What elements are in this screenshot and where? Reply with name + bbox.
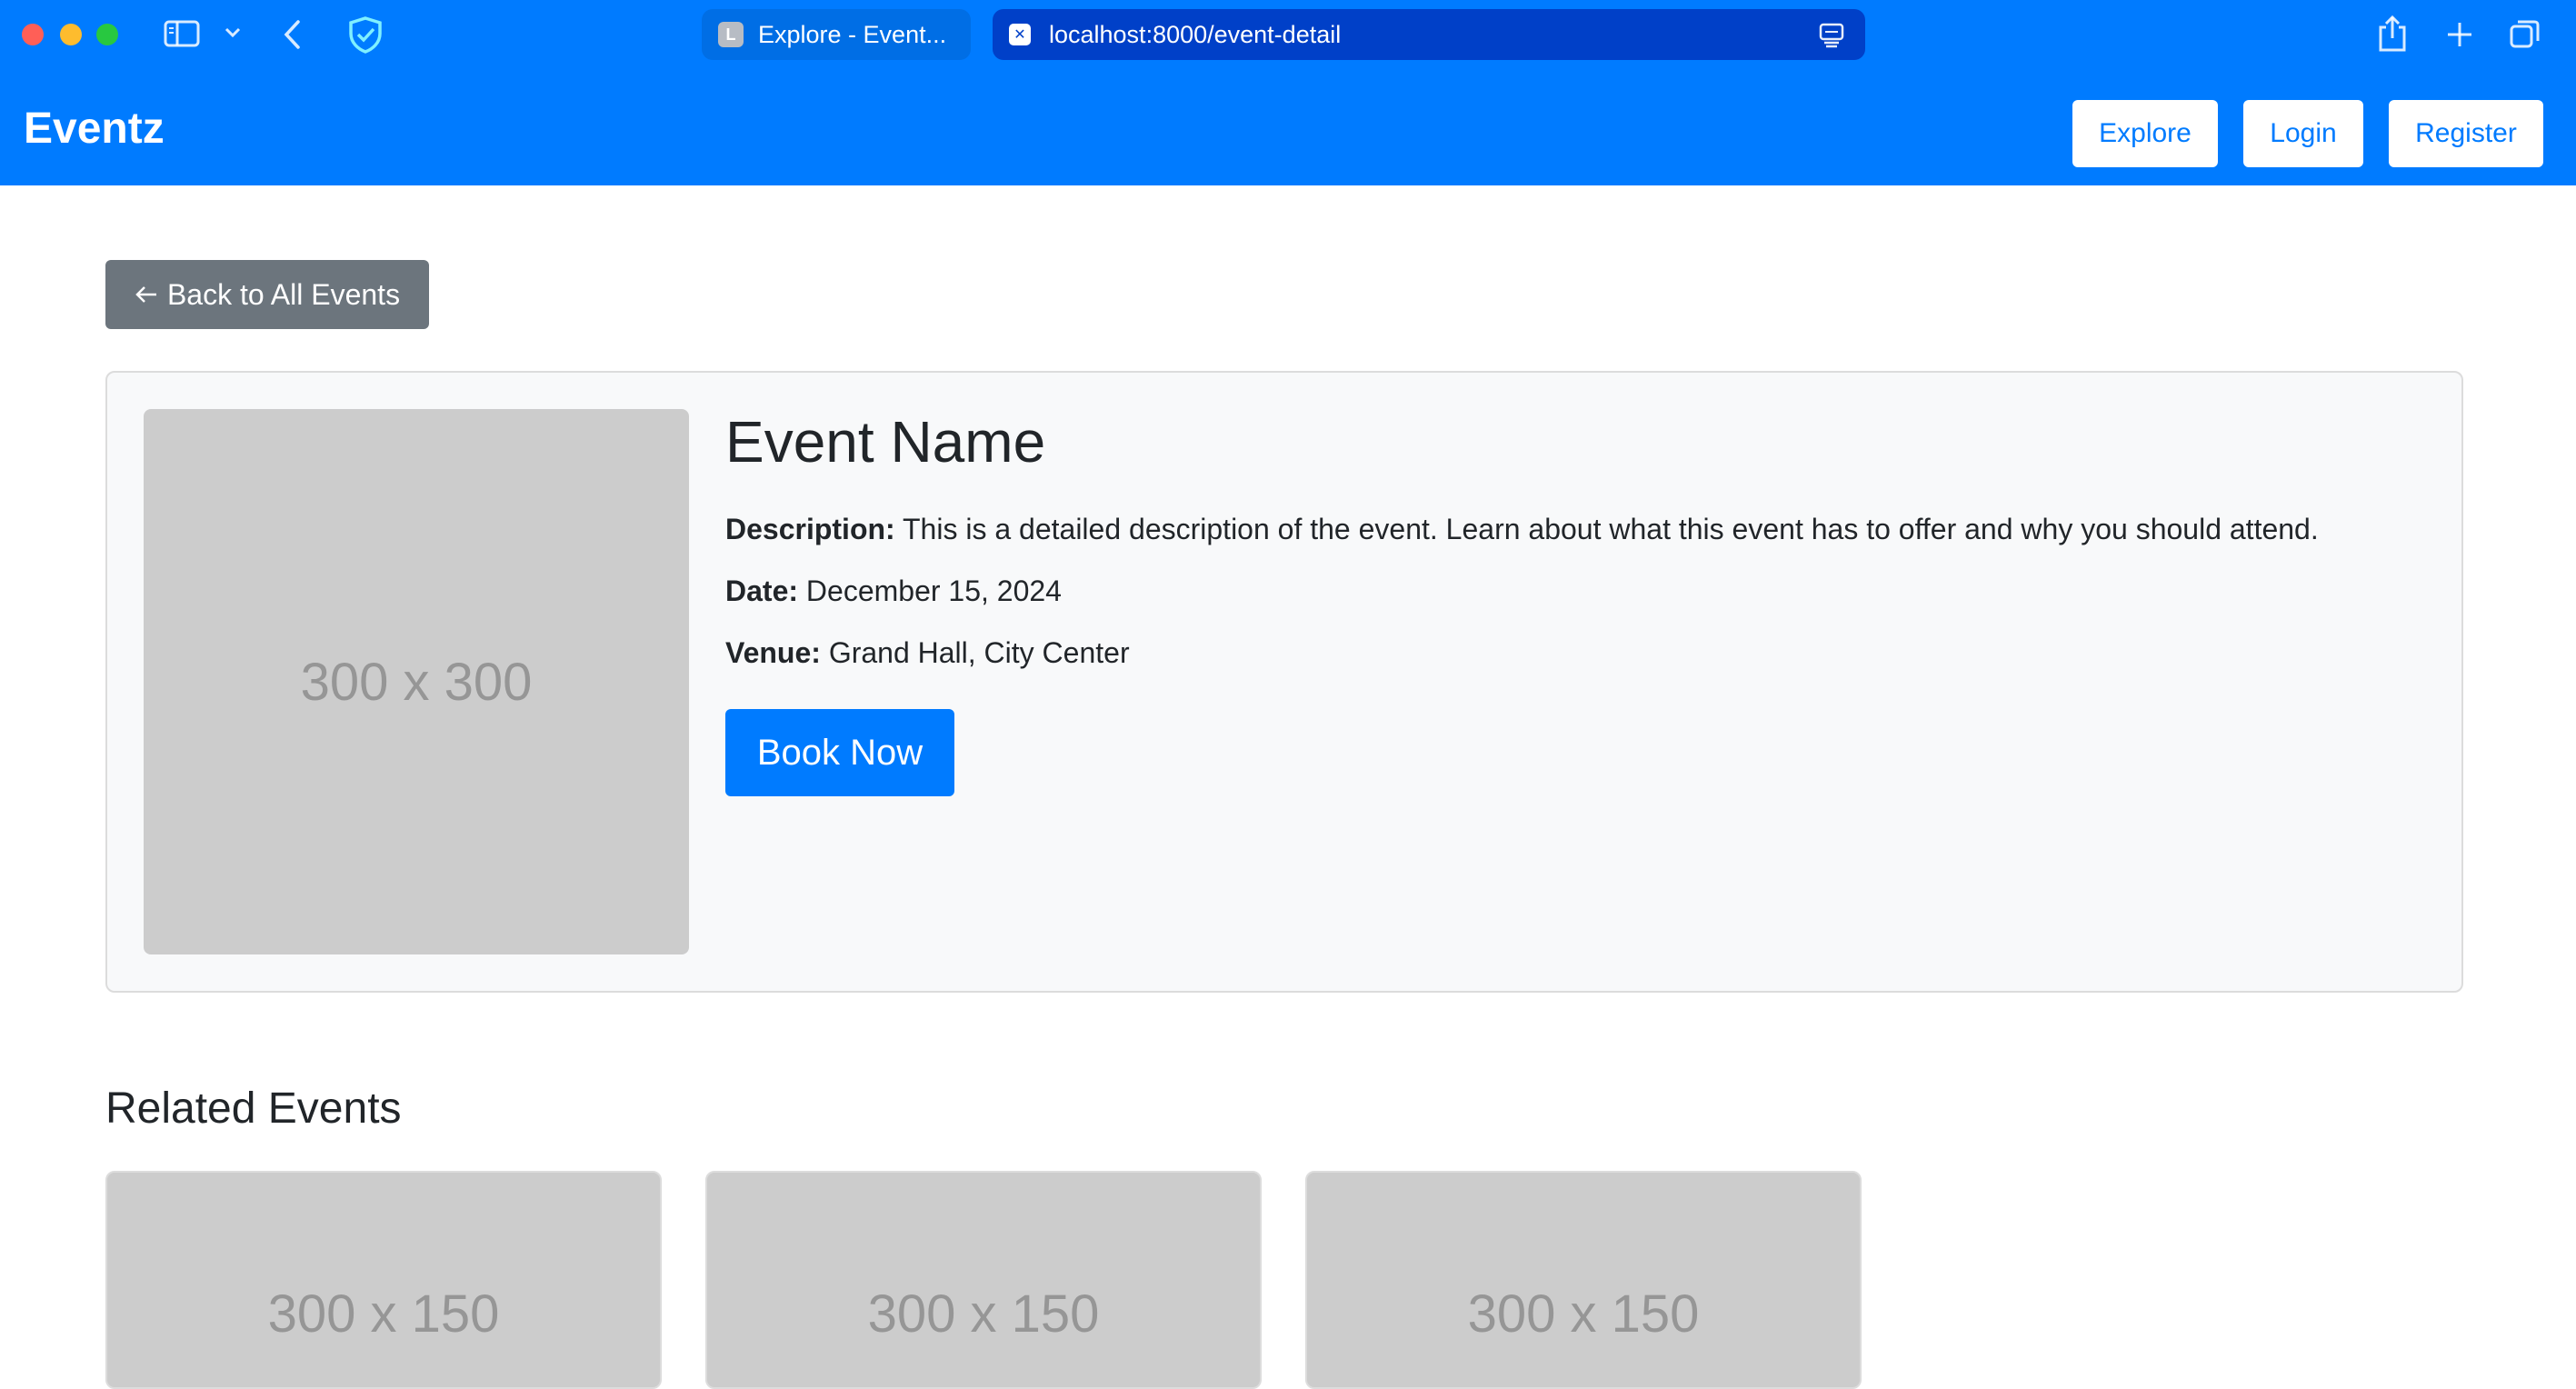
event-image-placeholder: 300 x 300 (144, 409, 689, 954)
related-event-card[interactable]: 300 x 150 (1305, 1171, 1862, 1389)
window-close-button[interactable] (22, 24, 44, 45)
event-title: Event Name (725, 409, 1046, 475)
address-bar[interactable]: ✕ localhost:8000/event-detail (993, 9, 1865, 60)
site-navbar: Eventz Explore Login Register (0, 71, 2576, 185)
related-event-card[interactable]: 300 x 150 (105, 1171, 662, 1389)
event-venue: Venue: Grand Hall, City Center (725, 635, 1130, 671)
venue-label: Venue: (725, 636, 821, 669)
chevron-down-icon[interactable] (222, 22, 244, 44)
arrow-left-icon (135, 285, 158, 305)
tabs-icon[interactable] (2507, 16, 2543, 53)
sidebar-icon[interactable] (164, 18, 200, 49)
date-label: Date: (725, 575, 799, 607)
back-icon[interactable] (278, 16, 307, 53)
back-button-label: Back to All Events (166, 277, 401, 311)
nav-explore-button[interactable]: Explore (2072, 100, 2218, 167)
venue-text: Grand Hall, City Center (828, 636, 1130, 669)
share-icon[interactable] (2374, 13, 2411, 55)
related-event-card[interactable]: 300 x 150 (705, 1171, 1262, 1389)
date-text: December 15, 2024 (805, 575, 1062, 607)
nav-register-button[interactable]: Register (2389, 100, 2543, 167)
window-minimize-button[interactable] (60, 24, 82, 45)
nav-login-button[interactable]: Login (2243, 100, 2363, 167)
brand-logo[interactable]: Eventz (24, 102, 165, 156)
book-now-button[interactable]: Book Now (725, 709, 954, 796)
browser-toolbar: L Explore - Event... ✕ localhost:8000/ev… (0, 0, 2576, 71)
description-text: This is a detailed description of the ev… (903, 513, 2319, 545)
tab-label: Explore - Event... (758, 20, 947, 48)
site-favicon: ✕ (1009, 24, 1031, 45)
tab-favicon: L (718, 22, 744, 47)
shield-icon[interactable] (345, 15, 385, 55)
description-label: Description: (725, 513, 895, 545)
related-event-image-placeholder: 300 x 150 (867, 1284, 1100, 1344)
event-detail-card: 300 x 300 Event Name Description: This i… (105, 371, 2463, 993)
related-event-image-placeholder: 300 x 150 (267, 1284, 500, 1344)
tab-explore[interactable]: L Explore - Event... (702, 9, 971, 60)
back-to-events-button[interactable]: Back to All Events (105, 260, 429, 329)
url-text: localhost:8000/event-detail (1049, 20, 1342, 48)
window-maximize-button[interactable] (96, 24, 118, 45)
related-events-heading: Related Events (105, 1084, 402, 1133)
event-date: Date: December 15, 2024 (725, 573, 1062, 609)
plus-icon[interactable] (2441, 16, 2478, 53)
related-event-image-placeholder: 300 x 150 (1467, 1284, 1700, 1344)
reader-icon[interactable] (1818, 22, 1845, 49)
event-description: Description: This is a detailed descript… (725, 511, 2319, 547)
